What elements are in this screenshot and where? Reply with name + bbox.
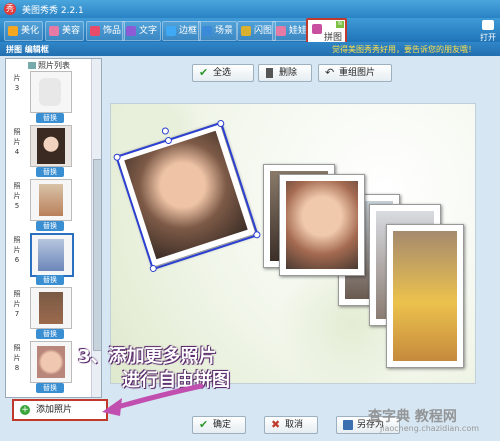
photo-list-header: 照片列表 xyxy=(28,60,70,71)
tab-border[interactable]: 边框 xyxy=(162,21,202,41)
photo-index: 照片6 xyxy=(13,236,21,264)
check-icon: ✔ xyxy=(199,418,209,431)
folder-icon xyxy=(482,20,494,30)
open-button[interactable]: 打开 xyxy=(480,20,496,43)
tab-scene[interactable]: 场景 xyxy=(198,21,238,41)
select-all-button[interactable]: ✔ 全选 xyxy=(192,64,254,82)
check-icon: ✔ xyxy=(199,66,209,79)
tab-accessories[interactable]: 饰品 xyxy=(86,21,126,41)
doll-icon xyxy=(276,26,286,36)
replace-button[interactable]: 替换 xyxy=(36,167,64,177)
photo-thumbnail xyxy=(30,341,72,383)
scrollbar-thumb[interactable] xyxy=(93,159,101,351)
photo-index: 片3 xyxy=(13,74,21,92)
photo-index: 照片7 xyxy=(13,290,21,318)
photo-list-item[interactable]: 片3 替换 xyxy=(10,71,94,123)
beautify-icon xyxy=(8,26,18,36)
face-icon xyxy=(49,26,59,36)
tab-text[interactable]: 文字 xyxy=(122,21,162,41)
collage-photo[interactable] xyxy=(386,224,464,368)
new-badge: N xyxy=(336,21,345,28)
photo-thumbnail xyxy=(30,233,74,277)
photo-list-item[interactable]: 照片5 替换 xyxy=(10,179,94,231)
tab-flash[interactable]: 闪图 xyxy=(237,21,277,41)
collage-icon xyxy=(312,24,322,34)
photo-list-item[interactable]: 照片4 替换 xyxy=(10,125,94,177)
resize-handle[interactable] xyxy=(148,264,158,273)
app-logo-icon: 秀 xyxy=(4,3,16,15)
delete-button[interactable]: 删除 xyxy=(258,64,312,82)
collage-photo[interactable] xyxy=(279,174,365,276)
resize-handle[interactable] xyxy=(252,230,262,240)
replace-button[interactable]: 替换 xyxy=(36,275,64,285)
cancel-button[interactable]: ✖ 取消 xyxy=(264,416,318,434)
resize-handle[interactable] xyxy=(216,119,226,128)
rearrange-button[interactable]: ↶ 重组图片 xyxy=(318,64,392,82)
title-bar: 秀 美图秀秀 2.2.1 xyxy=(0,0,500,18)
photo-thumbnail xyxy=(30,71,72,113)
main-toolbar: 美化 美容 饰品 文字 边框 场景 闪图 娃娃 N 拼图 打开 xyxy=(0,18,500,48)
photo-thumbnail xyxy=(30,125,72,167)
replace-button[interactable]: 替换 xyxy=(36,113,64,123)
photo-index: 照片4 xyxy=(13,128,21,156)
window-title: 美图秀秀 2.2.1 xyxy=(22,6,84,16)
frame-icon xyxy=(166,26,176,36)
plus-icon: + xyxy=(20,405,30,415)
photo-index: 照片8 xyxy=(13,344,21,372)
photo-list-item[interactable]: 照片6 替换 xyxy=(10,233,94,285)
editor-subbar: 拼图 编辑框 觉得美图秀秀好用，要告诉您的朋友哦！ xyxy=(0,42,500,56)
heart-icon xyxy=(90,26,100,36)
undo-arrow-icon: ↶ xyxy=(325,66,335,79)
add-photo-button[interactable]: + 添加照片 xyxy=(12,399,108,421)
tab-face[interactable]: 美容 xyxy=(45,21,85,41)
watermark-text: 查字典 教程网 xyxy=(368,409,457,425)
annotation-line-1: 3、添加更多照片 xyxy=(78,346,217,367)
flash-icon xyxy=(241,26,251,36)
text-icon xyxy=(126,26,136,36)
scene-icon xyxy=(202,26,212,36)
photo-list-item[interactable]: 照片7 替换 xyxy=(10,287,94,339)
resize-handle[interactable] xyxy=(164,136,173,145)
tab-beautify[interactable]: 美化 xyxy=(4,21,44,41)
trash-icon xyxy=(266,68,273,78)
editor-label: 拼图 编辑框 xyxy=(6,45,49,54)
close-icon: ✖ xyxy=(271,418,281,431)
watermark-url: jiaocheng.chazidian.com xyxy=(380,424,480,433)
confirm-button[interactable]: ✔ 确定 xyxy=(192,416,246,434)
list-icon xyxy=(28,62,36,69)
replace-button[interactable]: 替换 xyxy=(36,383,64,393)
save-icon xyxy=(343,420,353,430)
replace-button[interactable]: 替换 xyxy=(36,221,64,231)
photo-thumbnail xyxy=(30,287,72,329)
annotation-arrow-icon xyxy=(102,383,204,416)
share-notice[interactable]: 觉得美图秀秀好用，要告诉您的朋友哦！ xyxy=(332,44,476,55)
photo-thumbnail xyxy=(30,179,72,221)
photo-index: 照片5 xyxy=(13,182,21,210)
replace-button[interactable]: 替换 xyxy=(36,329,64,339)
